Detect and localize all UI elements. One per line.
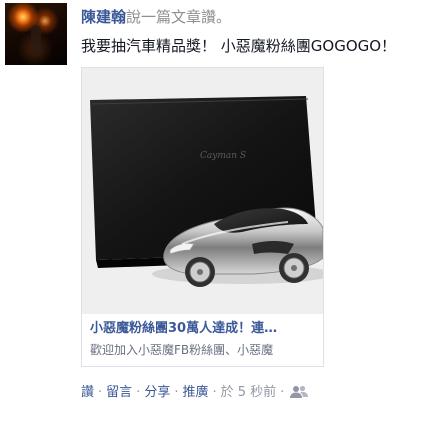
story-header: 陳建翰說一篇文章讚。 [81,7,231,27]
separator-dot: · [136,385,141,400]
timestamp-link[interactable]: 於 5 秒前 [221,385,277,400]
avatar-figure [31,25,41,55]
promote-link[interactable]: 推廣 [182,385,208,400]
shared-link-description: 歡迎加入小惡魔FB粉絲團、小惡魔 [90,343,274,357]
separator-dot: · [98,385,103,400]
box-logo: Cayman S [200,151,246,161]
separator-dot: · [212,385,217,400]
shared-link-image[interactable]: Cayman S [82,68,323,314]
friends-icon[interactable] [290,385,309,399]
shared-link-title[interactable]: 小惡魔粉絲團30萬人達成！連… [90,320,315,338]
shared-link-text[interactable]: 小惡魔粉絲團30萬人達成！連… 歡迎加入小惡魔FB粉絲團、小惡魔 [82,314,323,366]
story-action-text: 說一篇文章讚。 [126,8,232,26]
comment-link[interactable]: 留言 [106,385,132,400]
separator-dot: · [174,385,179,400]
avatar[interactable] [5,3,67,65]
shared-link-card[interactable]: Cayman S 小惡魔粉絲團30萬人達成！連… 歡迎加入小惡魔FB粉絲團、小惡… [81,67,324,367]
share-link[interactable]: 分享 [144,385,170,400]
like-link[interactable]: 讚 [81,385,94,400]
story-actions: 讚 · 留言 · 分享 · 推廣 · 於 5 秒前 · [81,384,309,402]
feed-story: 陳建翰說一篇文章讚。 我要抽汽車精品獎！ 小惡魔粉絲團GOGOGO！ Cayma… [0,0,447,423]
author-link[interactable]: 陳建翰 [81,8,126,26]
post-message: 我要抽汽車精品獎！ 小惡魔粉絲團GOGOGO！ [81,37,397,55]
separator-dot: · [280,385,285,400]
